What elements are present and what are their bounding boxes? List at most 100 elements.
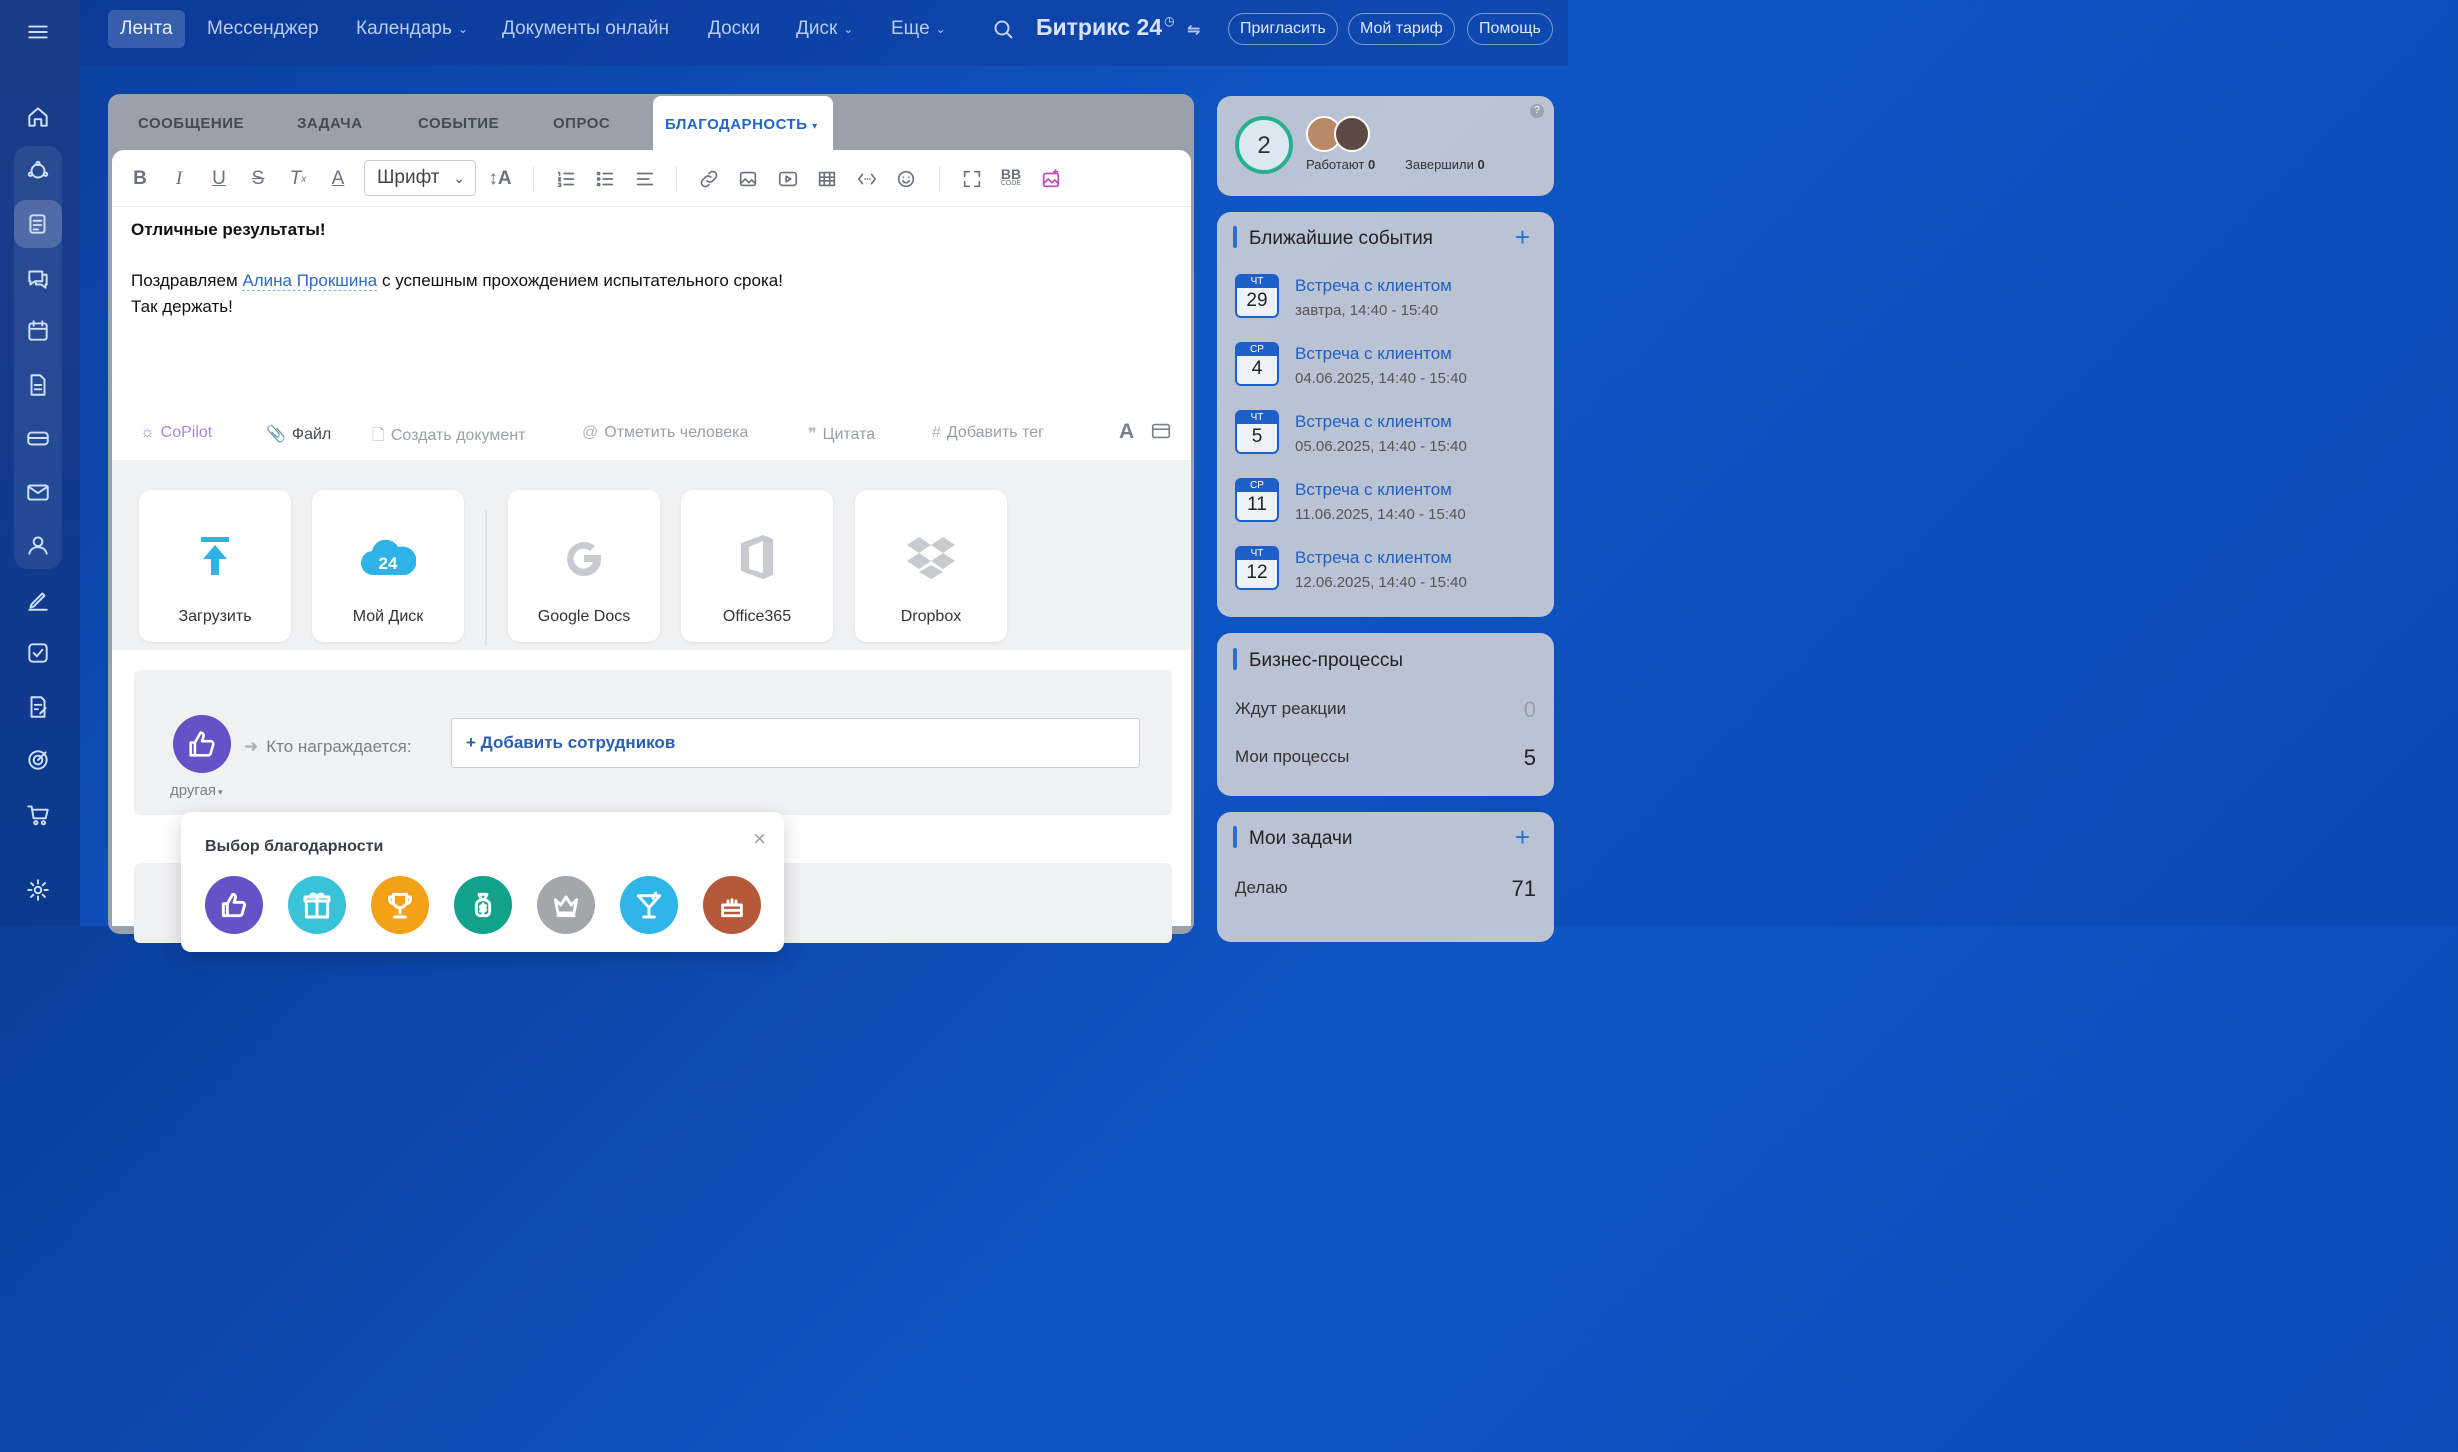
font-size-icon[interactable]: ↕A <box>486 166 514 192</box>
underline-icon[interactable]: U <box>205 166 233 192</box>
calendar-icon[interactable] <box>14 307 62 355</box>
tab-poll[interactable]: ОПРОС <box>553 115 610 132</box>
avatar[interactable] <box>1334 116 1370 152</box>
message-line-2[interactable]: Так держать! <box>131 297 233 317</box>
fullscreen-icon[interactable] <box>958 166 986 192</box>
my-disk-card[interactable]: 24 Мой Диск <box>312 490 464 642</box>
panel-icon[interactable] <box>1150 420 1172 447</box>
nav-more[interactable]: Еще ⌄ <box>879 10 958 48</box>
clear-format-icon[interactable]: Tx <box>284 166 312 192</box>
office365-card[interactable]: Office365 <box>681 490 833 642</box>
font-color-icon[interactable]: A <box>324 166 352 192</box>
event-link[interactable]: Встреча с клиентом <box>1295 548 1452 568</box>
bullet-list-icon[interactable] <box>591 166 619 192</box>
quote-button[interactable]: ❞ Цитата <box>808 424 875 444</box>
file-button[interactable]: 📎 Файл <box>266 424 331 444</box>
clock-icon: ◷ <box>1164 14 1175 28</box>
settings-icon[interactable] <box>14 866 62 914</box>
shop-icon[interactable] <box>14 790 62 838</box>
emoji-icon[interactable] <box>892 166 920 192</box>
event-link[interactable]: Встреча с клиентом <box>1295 344 1452 364</box>
tariff-button[interactable]: Мой тариф <box>1348 13 1455 45</box>
nav-boards[interactable]: Доски <box>696 10 772 48</box>
menu-icon[interactable] <box>14 8 62 56</box>
nav-documents[interactable]: Документы онлайн <box>490 10 681 48</box>
gratitude-like-option[interactable] <box>205 876 263 934</box>
tab-message[interactable]: СООБЩЕНИЕ <box>138 115 244 132</box>
nav-calendar[interactable]: Календарь ⌄ <box>344 10 480 48</box>
close-icon[interactable]: × <box>753 826 766 852</box>
copilot-rail-icon[interactable] <box>14 147 62 195</box>
trophy-icon[interactable] <box>371 876 429 934</box>
ai-image-icon[interactable] <box>1037 166 1065 192</box>
help-button[interactable]: Помощь <box>1467 13 1553 45</box>
event-link[interactable]: Встреча с клиентом <box>1295 412 1452 432</box>
create-document-button[interactable]: 🗋 Создать документ <box>372 424 525 451</box>
crm-icon[interactable] <box>14 414 62 462</box>
sign-icon[interactable] <box>14 576 62 624</box>
add-event-button[interactable]: + <box>1515 224 1530 250</box>
font-select[interactable]: Шрифт ⌄ <box>364 160 476 196</box>
event-link[interactable]: Встреча с клиентом <box>1295 276 1452 296</box>
money-bag-icon[interactable] <box>454 876 512 934</box>
search-icon[interactable] <box>992 18 1016 47</box>
working-stat: Работают 0 <box>1306 157 1376 172</box>
tasks-icon[interactable] <box>14 629 62 677</box>
upload-card[interactable]: Загрузить <box>139 490 291 642</box>
feed-icon[interactable] <box>14 200 62 248</box>
sliders-icon[interactable]: ⇋ <box>1187 22 1200 39</box>
documents-icon[interactable] <box>14 361 62 409</box>
nav-disk[interactable]: Диск ⌄ <box>784 10 865 48</box>
mention-button[interactable]: @ Отметить человека <box>582 424 748 442</box>
tab-task[interactable]: ЗАДАЧА <box>297 115 363 132</box>
bbcode-icon[interactable]: BB CODE <box>997 166 1025 192</box>
home-icon[interactable] <box>14 93 62 141</box>
done-stat: Завершили 0 <box>1405 157 1485 172</box>
add-employees-field[interactable]: + Добавить сотрудников <box>451 718 1140 768</box>
thumbs-up-icon[interactable] <box>173 715 231 773</box>
cake-icon[interactable] <box>703 876 761 934</box>
tab-gratitude[interactable]: БЛАГОДАРНОСТЬ ▾ <box>653 96 833 152</box>
image-icon[interactable] <box>734 166 762 192</box>
popup-title: Выбор благодарности <box>205 838 384 855</box>
video-icon[interactable] <box>774 166 802 192</box>
bp-row-waiting[interactable]: Ждут реакции 0 <box>1235 697 1536 722</box>
code-icon[interactable] <box>853 166 881 192</box>
cocktail-icon[interactable] <box>620 876 678 934</box>
table-icon[interactable] <box>813 166 841 192</box>
invite-button[interactable]: Пригласить <box>1228 13 1338 45</box>
tab-event[interactable]: СОБЫТИЕ <box>418 115 499 132</box>
google-docs-card[interactable]: Google Docs <box>508 490 660 642</box>
text-format-icon[interactable]: A <box>1119 420 1134 444</box>
goals-icon[interactable] <box>14 736 62 784</box>
gratitude-kind-select[interactable]: другая ▾ <box>170 782 223 799</box>
employees-icon[interactable] <box>14 521 62 569</box>
italic-icon[interactable]: I <box>165 166 193 192</box>
message-line-1[interactable]: Поздравляем Алина Прокшина с успешным пр… <box>131 271 783 291</box>
mail-icon[interactable] <box>14 468 62 516</box>
link-icon[interactable] <box>695 166 723 192</box>
help-icon[interactable]: ? <box>1530 104 1544 118</box>
copilot-button[interactable]: ☼ CoPilot <box>140 424 212 442</box>
gift-icon[interactable] <box>288 876 346 934</box>
bold-icon[interactable]: B <box>126 166 154 192</box>
strikethrough-icon[interactable]: S <box>244 166 272 192</box>
message-title[interactable]: Отличные результаты! <box>131 220 326 240</box>
forms-icon[interactable] <box>14 683 62 731</box>
online-count-ring[interactable]: 2 <box>1235 116 1293 174</box>
add-tag-button[interactable]: # Добавить тег <box>932 424 1044 442</box>
bp-row-mine[interactable]: Мои процессы 5 <box>1235 745 1536 770</box>
chat-icon[interactable] <box>14 254 62 302</box>
tasks-row-doing[interactable]: Делаю 71 <box>1235 876 1536 901</box>
dropbox-card[interactable]: Dropbox <box>855 490 1007 642</box>
align-icon[interactable] <box>631 166 659 192</box>
crown-icon[interactable] <box>537 876 595 934</box>
nav-messenger[interactable]: Мессенджер <box>195 10 331 48</box>
mention-link[interactable]: Алина Прокшина <box>242 271 378 291</box>
event-link[interactable]: Встреча с клиентом <box>1295 480 1452 500</box>
numbered-list-icon[interactable] <box>552 166 580 192</box>
nav-feed[interactable]: Лента <box>108 10 185 48</box>
svg-text:24: 24 <box>379 554 398 573</box>
add-task-button[interactable]: + <box>1515 824 1530 850</box>
brand-logo[interactable]: Битрикс 24 ◷ ⇋ <box>1036 14 1200 41</box>
